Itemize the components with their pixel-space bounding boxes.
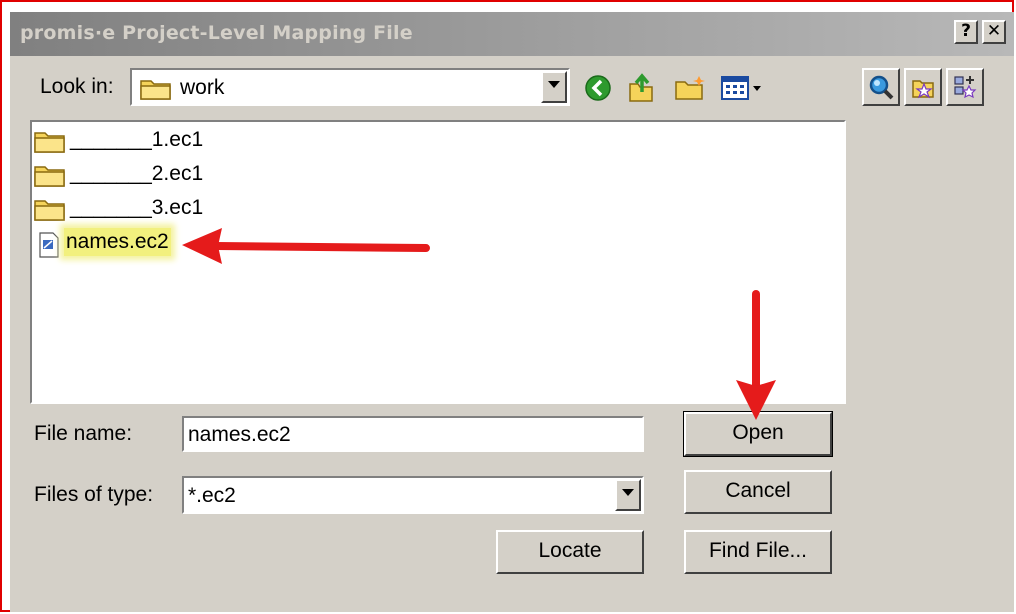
filetype-label: Files of type:: [34, 483, 154, 506]
lookin-select[interactable]: work: [130, 68, 570, 106]
folder-icon: [140, 76, 172, 105]
new-folder-icon[interactable]: [674, 74, 706, 107]
find-file-button[interactable]: Find File...: [684, 530, 832, 574]
view-menu-icon[interactable]: [720, 74, 766, 107]
file-name: names.ec2: [64, 228, 171, 256]
filetype-select[interactable]: *.ec2: [182, 476, 644, 514]
document-icon: [38, 232, 60, 263]
cancel-button[interactable]: Cancel: [684, 470, 832, 514]
window-title: promis·e Project-Level Mapping File: [20, 22, 413, 44]
lookin-value: work: [180, 76, 225, 99]
lookin-dropdown-button[interactable]: [541, 71, 567, 103]
filetype-dropdown-button[interactable]: [615, 479, 641, 511]
title-bar: promis·e Project-Level Mapping File ? ✕: [10, 12, 1014, 56]
file-name: _______2.ec1: [70, 162, 204, 185]
open-button[interactable]: Open: [683, 411, 833, 457]
list-item-selected[interactable]: names.ec2: [34, 228, 234, 260]
file-list[interactable]: _______1.ec1 _______2.ec1 _______3.ec1 n…: [30, 120, 846, 404]
up-folder-icon[interactable]: [626, 72, 656, 109]
help-button[interactable]: ?: [954, 20, 978, 44]
file-dialog: promis·e Project-Level Mapping File ? ✕ …: [10, 12, 1014, 612]
filename-label: File name:: [34, 422, 133, 445]
file-name: _______1.ec1: [70, 128, 204, 151]
folder-icon: [34, 196, 66, 227]
lookin-label: Look in:: [40, 75, 114, 98]
folder-icon: [34, 128, 66, 159]
add-favorite-button[interactable]: [946, 68, 984, 106]
close-button[interactable]: ✕: [982, 20, 1006, 44]
favorites-button[interactable]: [904, 68, 942, 106]
search-button[interactable]: [862, 68, 900, 106]
filename-input[interactable]: names.ec2: [182, 416, 644, 452]
folder-icon: [34, 162, 66, 193]
file-name: _______3.ec1: [70, 196, 204, 219]
filename-value: names.ec2: [188, 423, 291, 446]
filetype-value: *.ec2: [188, 484, 236, 507]
locate-button[interactable]: Locate: [496, 530, 644, 574]
back-icon[interactable]: [584, 74, 612, 107]
